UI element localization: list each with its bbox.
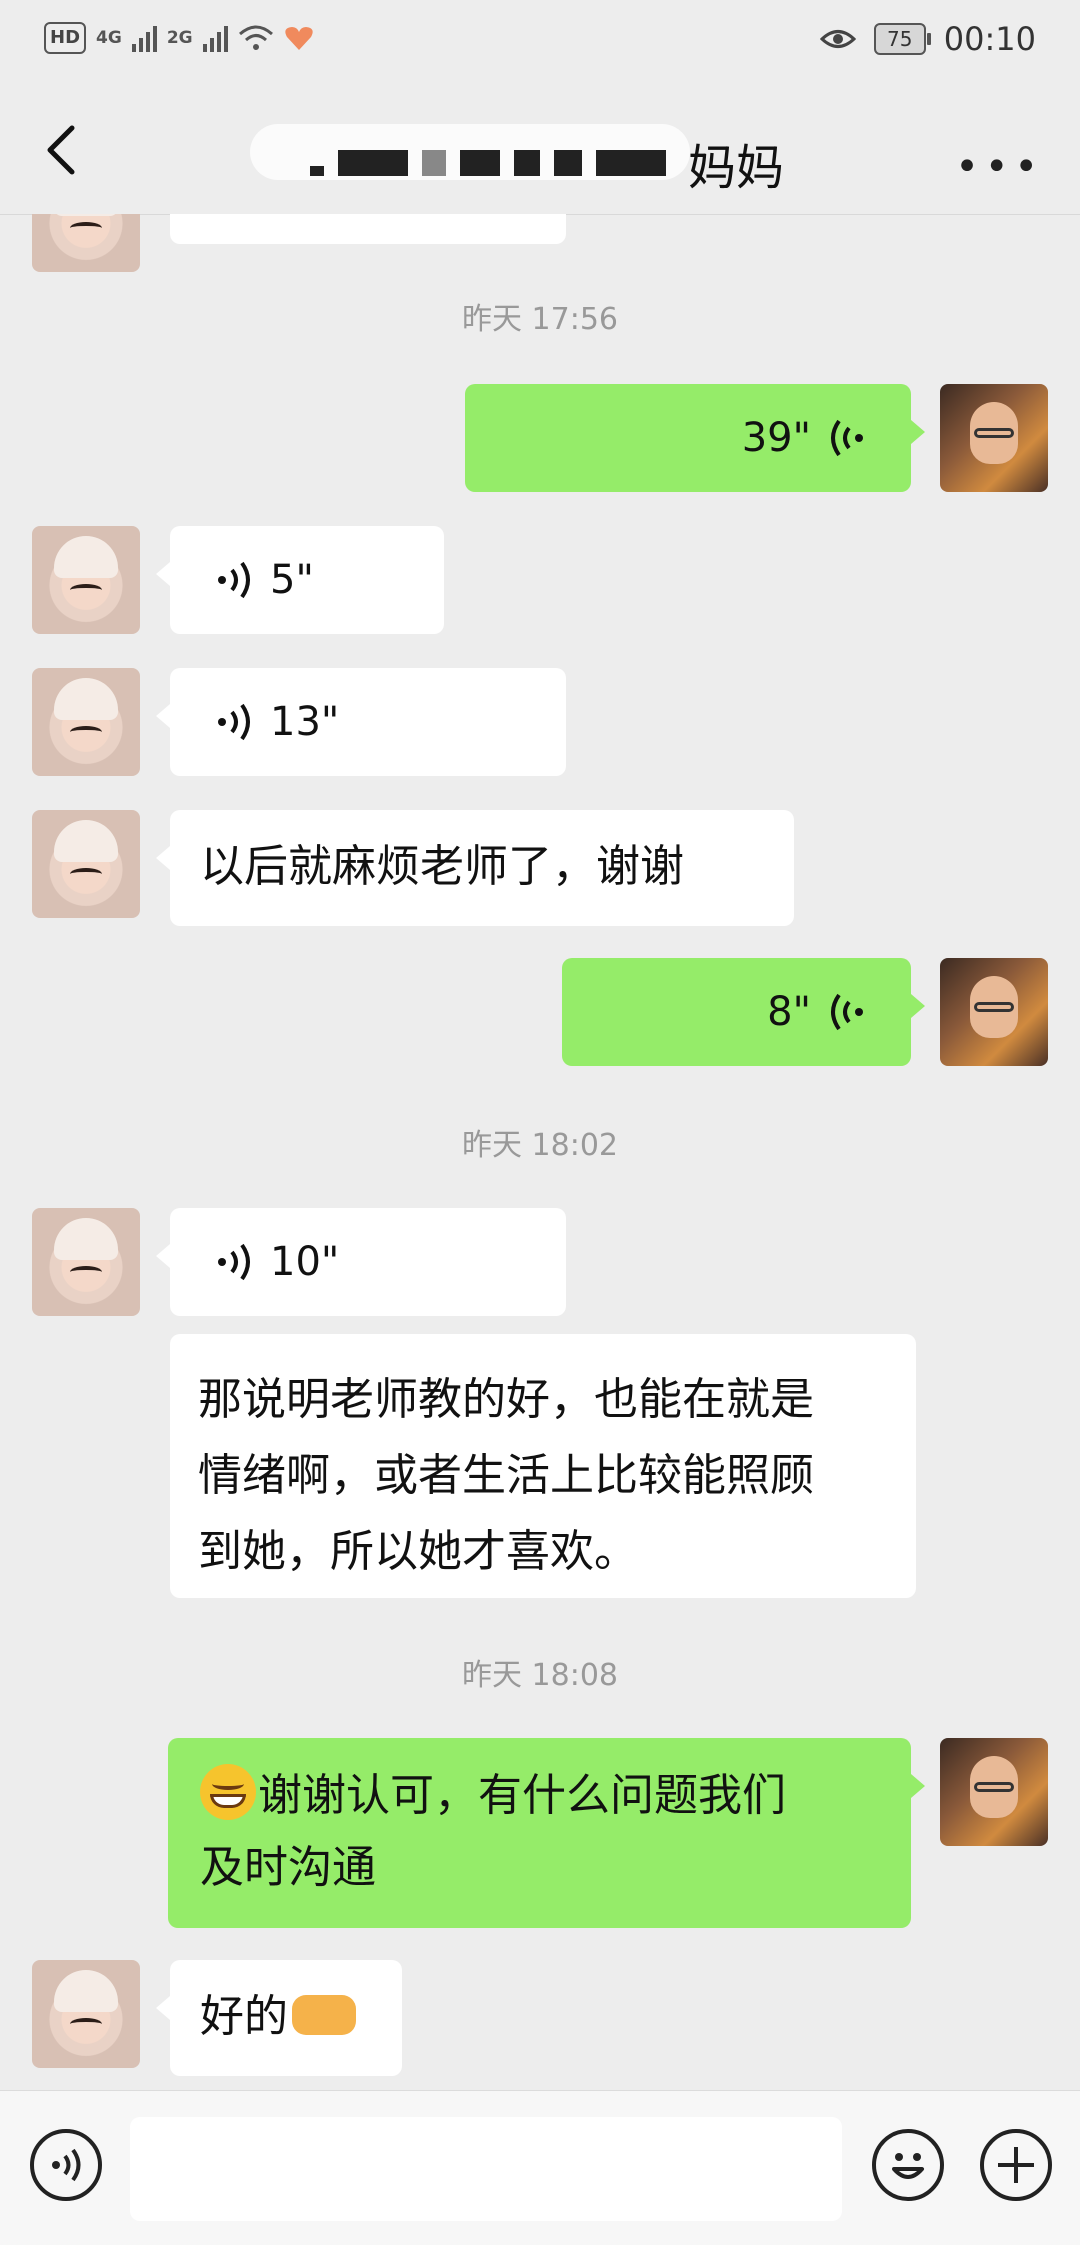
clock: 00:10 (943, 20, 1036, 58)
text-message[interactable]: 以后就麻烦老师了，谢谢 (156, 810, 794, 926)
title-text: 妈妈 (688, 140, 785, 196)
avatar[interactable] (32, 214, 140, 272)
voice-message[interactable]: 5" (156, 526, 444, 634)
title-redacted-blocks (310, 150, 666, 176)
message-text-line: 那说明老师教的好，也能在就是 (198, 1374, 814, 1425)
message-bubble-partial (170, 214, 566, 244)
avatar[interactable] (32, 1960, 140, 2068)
chat-header: 妈妈 ••• (0, 84, 1080, 215)
emoji-icon[interactable] (872, 2129, 944, 2201)
status-bar: HD 4G 2G 75 00:10 (0, 0, 1080, 84)
voice-message[interactable]: 10" (156, 1208, 566, 1316)
voice-wave-icon (218, 703, 250, 741)
voice-wave-icon (218, 1243, 250, 1281)
voice-duration: 8" (767, 989, 811, 1035)
text-message[interactable]: 好的 (156, 1960, 402, 2076)
signal-icon (131, 24, 157, 52)
page-title: 妈妈 (250, 104, 810, 196)
wifi-icon (238, 25, 273, 50)
input-bar (0, 2090, 1080, 2245)
back-arrow-icon[interactable] (34, 120, 94, 180)
timestamp: 昨天 18:02 (462, 1128, 618, 1163)
battery-icon: 75 (873, 23, 931, 55)
handshake-emoji-icon (292, 1995, 356, 2035)
avatar-self[interactable] (940, 384, 1048, 492)
message-text-line: 到她，所以她才喜欢。 (198, 1526, 638, 1577)
voice-wave-icon (831, 419, 863, 457)
message-text-line: 情绪啊，或者生活上比较能照顾 (198, 1450, 814, 1501)
timestamp: 昨天 18:08 (462, 1658, 618, 1693)
text-message[interactable]: 那说明老师教的好，也能在就是 情绪啊，或者生活上比较能照顾 到她，所以她才喜欢。 (170, 1334, 916, 1598)
sim1-label: 4G (96, 28, 122, 48)
voice-wave-icon (218, 561, 250, 599)
sim2-label: 2G (166, 28, 193, 48)
message-input[interactable] (130, 2117, 842, 2221)
chat-area[interactable]: 昨天 17:56 39" 5" 13" 以后就麻烦老师了，谢谢 8" 昨天 18… (0, 214, 1080, 2090)
voice-duration: 39" (741, 415, 811, 461)
more-icon[interactable]: ••• (955, 144, 1044, 190)
health-heart-icon (284, 27, 313, 50)
text-message[interactable]: 谢谢认可，有什么问题我们 及时沟通 (168, 1738, 925, 1928)
voice-message[interactable]: 8" (562, 958, 925, 1066)
message-text: 好的 (200, 1991, 288, 2042)
message-text: 以后就麻烦老师了，谢谢 (200, 841, 684, 892)
message-text-line: 及时沟通 (200, 1842, 376, 1893)
voice-duration: 5" (270, 557, 314, 603)
status-left: HD 4G 2G (44, 22, 314, 54)
plus-icon[interactable] (980, 2129, 1052, 2201)
avatar[interactable] (32, 1208, 140, 1316)
eye-icon (819, 30, 856, 48)
voice-icon[interactable] (30, 2129, 102, 2201)
status-right: 75 00:10 (819, 20, 1036, 58)
voice-message[interactable]: 39" (465, 384, 925, 492)
hd-badge: HD (44, 22, 87, 54)
signal-icon-2 (202, 24, 228, 52)
avatar-self[interactable] (940, 958, 1048, 1066)
voice-wave-icon (831, 993, 863, 1031)
avatar[interactable] (32, 526, 140, 634)
avatar[interactable] (32, 668, 140, 776)
voice-message[interactable]: 13" (156, 668, 566, 776)
timestamp: 昨天 17:56 (462, 302, 618, 337)
avatar-self[interactable] (940, 1738, 1048, 1846)
avatar[interactable] (32, 810, 140, 918)
message-text-line: 谢谢认可，有什么问题我们 (258, 1770, 786, 1821)
grin-emoji-icon (200, 1764, 256, 1820)
voice-duration: 13" (270, 699, 340, 745)
voice-duration: 10" (270, 1239, 340, 1285)
